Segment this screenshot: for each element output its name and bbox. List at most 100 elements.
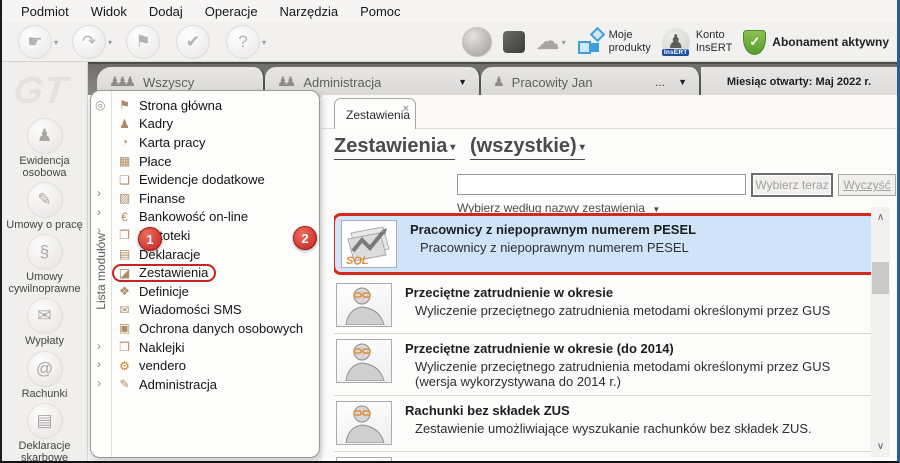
menubar-item[interactable]: Operacje <box>194 2 269 21</box>
cloud-button[interactable]: ☁ ▾ <box>536 30 566 54</box>
chevron-right-icon: › <box>97 186 101 200</box>
scrollbar-thumb[interactable] <box>872 262 889 294</box>
scrollbar[interactable]: ∧ ∨ <box>871 207 890 457</box>
report-list-item[interactable]: SQL Przeciętne zatrudnienie w okresie (d… <box>334 333 872 395</box>
module-icon: ▤ <box>26 402 63 439</box>
chevron-down-icon[interactable]: ▾ <box>108 38 112 47</box>
menu-item-icon: ❒ <box>119 340 130 355</box>
scroll-up-icon[interactable]: ∧ <box>871 212 890 223</box>
module-menu-item[interactable]: ❏ Ewidencje dodatkowe <box>112 170 317 189</box>
cube-icon[interactable] <box>502 31 525 53</box>
sidebar-module-item[interactable]: ▤ Deklaracje skarbowe <box>2 402 87 461</box>
svg-text:SQL: SQL <box>346 255 369 265</box>
chevron-right-icon: › <box>97 205 101 219</box>
report-title: Rachunki ryczałtowe przekraczające limit <box>405 457 850 461</box>
module-menu-item[interactable]: ⚑ Strona główna <box>112 96 317 115</box>
menubar-item[interactable]: Narzędzia <box>269 2 350 21</box>
menubar-item[interactable]: Podmiot <box>10 2 80 21</box>
report-icon: SQL <box>336 401 392 445</box>
report-description: Pracownicy z niepoprawnym numerem PESEL <box>420 240 689 255</box>
chevron-down-icon: ▾ <box>579 142 585 153</box>
report-description: Wyliczenie przeciętnego zatrudnienia met… <box>415 303 831 318</box>
chevron-down-icon[interactable]: ▾ <box>262 38 266 47</box>
module-icon: ✎ <box>26 182 63 219</box>
menubar-item[interactable]: Dodaj <box>138 2 194 21</box>
clear-button[interactable]: Wyczyść <box>838 174 896 196</box>
close-icon[interactable]: × <box>403 103 409 115</box>
menubar-item[interactable]: Widok <box>80 2 138 21</box>
toolbar-button[interactable]: ⚑ <box>126 25 161 59</box>
ellipsis[interactable]: ... <box>655 75 665 89</box>
menu-item-label: Karta pracy <box>139 134 206 150</box>
user-icon: ♟ <box>493 74 505 89</box>
menubar: Podmiot Widok Dodaj Operacje Narzędzia Pomoc <box>2 0 897 22</box>
pin-icon[interactable]: ◎ <box>95 98 105 112</box>
sidebar-module-item[interactable]: ♟ Ewidencja osobowa <box>2 118 87 179</box>
page-title: Zestawienia ▾ (wszystkie) ▾ <box>334 135 594 160</box>
menu-item-icon: ♟ <box>119 116 130 131</box>
konto-insert-button[interactable]: ♟ InsERT Konto InsERT <box>661 28 732 56</box>
toolbar-button[interactable]: ? <box>226 25 261 59</box>
module-menu-item[interactable]: ❖ Definicje <box>112 282 317 301</box>
sidebar-module-item[interactable]: § Umowy cywilnoprawne <box>2 234 87 295</box>
tab-pracowity-jan[interactable]: ♟ Pracowity Jan ... ▼ <box>481 67 701 97</box>
module-menu-item[interactable]: ▦ Płace <box>112 152 317 171</box>
report-list-item[interactable]: SQL Rachunki bez składek ZUS Zestawienie… <box>334 395 872 451</box>
module-menu-item[interactable]: ◔ Karta pracy <box>112 133 317 152</box>
chevron-down-icon[interactable]: ▾ <box>54 38 58 47</box>
scroll-down-icon[interactable]: ∨ <box>871 441 890 452</box>
toolbar-button[interactable]: ↷ <box>72 25 107 59</box>
toolbar-button-icon: ? <box>238 32 248 51</box>
module-menu-popup: ◎ › › › › › › Lista modułów ⚑ Strona głó… <box>90 90 320 458</box>
module-menu-item[interactable]: € Bankowość on-line <box>112 208 317 227</box>
menu-item-icon: ❏ <box>119 172 130 187</box>
sidebar-module-item[interactable]: @ Rachunki <box>2 350 87 400</box>
report-list-item[interactable]: SQL Pracownicy z niepoprawnym numerem PE… <box>334 213 872 275</box>
moje-produkty-label: Moje produkty <box>608 28 651 54</box>
title-dropdown-wszystkie[interactable]: (wszystkie) ▾ <box>469 135 585 160</box>
sidebar-module-item[interactable]: ✎ Umowy o pracę <box>2 182 87 231</box>
toolbar-button[interactable]: ☛ <box>18 25 52 59</box>
abonament-status[interactable]: ✓ Abonament aktywny <box>743 29 889 55</box>
chevron-down-icon[interactable]: ▼ <box>678 77 687 87</box>
menu-item-label: Ochrona danych osobowych <box>139 320 304 336</box>
toolbar-button-icon: ⚑ <box>135 32 151 51</box>
module-menu-item[interactable]: ✎ Administracja <box>112 375 317 394</box>
menu-item-label: Definicje <box>139 283 189 299</box>
menu-item-label: vendero <box>139 358 186 374</box>
module-menu-item[interactable]: ❒ Naklejki <box>112 338 317 357</box>
select-now-button[interactable]: Wybierz teraz <box>751 173 833 197</box>
module-menu-item[interactable]: ▣ Ochrona danych osobowych <box>112 319 317 338</box>
search-input[interactable] <box>457 174 746 195</box>
moje-produkty-button[interactable]: Moje produkty <box>577 26 651 55</box>
module-sidebar: GT ♟ Ewidencja osobowa ✎ Umowy o pracę §… <box>2 62 88 461</box>
sidebar-module-item[interactable]: ✉ Wypłaty <box>2 298 87 347</box>
report-text: Rachunki ryczałtowe przekraczające limit… <box>405 457 850 461</box>
module-menu-item[interactable]: ♟ Kadry <box>112 115 317 134</box>
globe-icon[interactable] <box>461 27 492 57</box>
report-icon: SQL <box>336 283 392 327</box>
module-label: Umowy cywilnoprawne <box>8 271 81 296</box>
report-text: Rachunki bez składek ZUS Zestawienie umo… <box>405 401 812 445</box>
menubar-item[interactable]: Pomoc <box>349 2 411 21</box>
title-dropdown-zestawienia[interactable]: Zestawienia ▾ <box>334 135 456 160</box>
toolbar-button[interactable]: ✔ <box>176 25 211 59</box>
module-label: Wypłaty <box>24 335 65 348</box>
module-menu-item[interactable]: ▨ Finanse <box>112 189 317 208</box>
document-tab-zestawienia[interactable]: Zestawienia × <box>334 98 416 129</box>
user-icon: ♟ InsERT <box>661 28 690 56</box>
gt-watermark: GT <box>10 70 70 112</box>
report-list-item[interactable]: SQL Przeciętne zatrudnienie w okresie Wy… <box>334 278 872 333</box>
module-menu-item[interactable]: ✉ Wiadomości SMS <box>112 301 317 320</box>
menu-item-icon: ◔ <box>120 135 129 150</box>
module-menu-item[interactable]: ⚙ vendero <box>112 356 317 375</box>
report-text: Przeciętne zatrudnienie w okresie (do 20… <box>405 339 868 389</box>
report-icon: SQL <box>341 220 397 268</box>
menu-item-icon: ▨ <box>118 191 131 206</box>
module-menu-item[interactable]: ◪ Zestawienia <box>112 263 317 282</box>
main-content: Zestawienia × Zestawienia ▾ (wszystkie) ▾ … <box>322 95 897 461</box>
module-icon: ✉ <box>26 298 63 335</box>
menu-item-label: Finanse <box>139 190 186 206</box>
report-list-item[interactable]: SQL Rachunki ryczałtowe przekraczające l… <box>334 451 872 461</box>
chevron-down-icon[interactable]: ▼ <box>458 77 467 87</box>
